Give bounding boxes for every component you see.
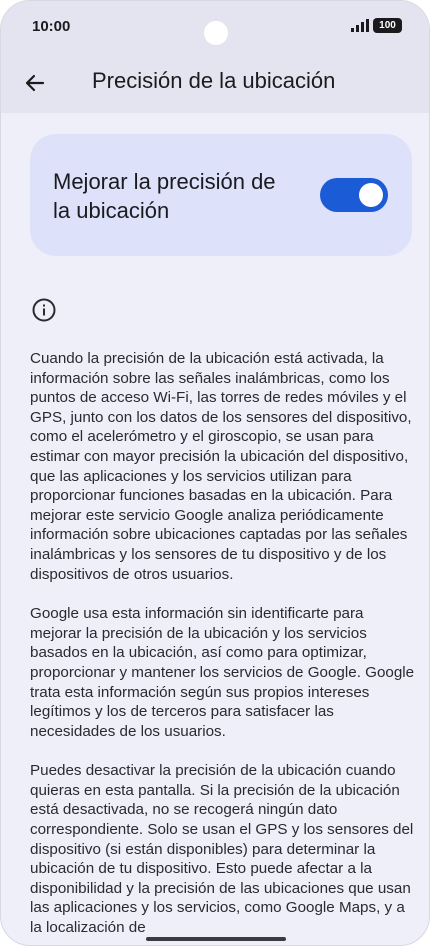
info-icon — [32, 298, 56, 322]
description-paragraph: Cuando la precisión de la ubicación está… — [30, 350, 412, 583]
toggle-knob — [359, 183, 383, 207]
gesture-home-bar[interactable] — [146, 937, 286, 941]
camera-cutout — [204, 21, 228, 45]
location-accuracy-toggle[interactable] — [320, 178, 388, 212]
setting-label: Mejorar la precisión de la ubicación — [53, 169, 276, 223]
app-bar: Precisión de la ubicación — [1, 53, 429, 113]
phone-screen: 10:00 100 Precisión de la ubicación Mejo… — [0, 0, 430, 946]
arrow-left-icon[interactable] — [23, 71, 47, 95]
description-text: Cuando la precisión de la ubicación está… — [30, 349, 415, 945]
battery-icon: 100 — [373, 18, 402, 33]
status-bar: 10:00 100 — [1, 1, 429, 53]
description-paragraph: Puedes desactivar la precisión de la ubi… — [30, 762, 414, 937]
signal-icon — [351, 19, 369, 32]
location-accuracy-setting-card[interactable]: Mejorar la precisión de la ubicación — [30, 134, 412, 256]
description-paragraph: Google usa esta información sin identifi… — [30, 605, 415, 740]
page-title: Precisión de la ubicación — [92, 68, 336, 93]
status-time: 10:00 — [32, 18, 71, 35]
